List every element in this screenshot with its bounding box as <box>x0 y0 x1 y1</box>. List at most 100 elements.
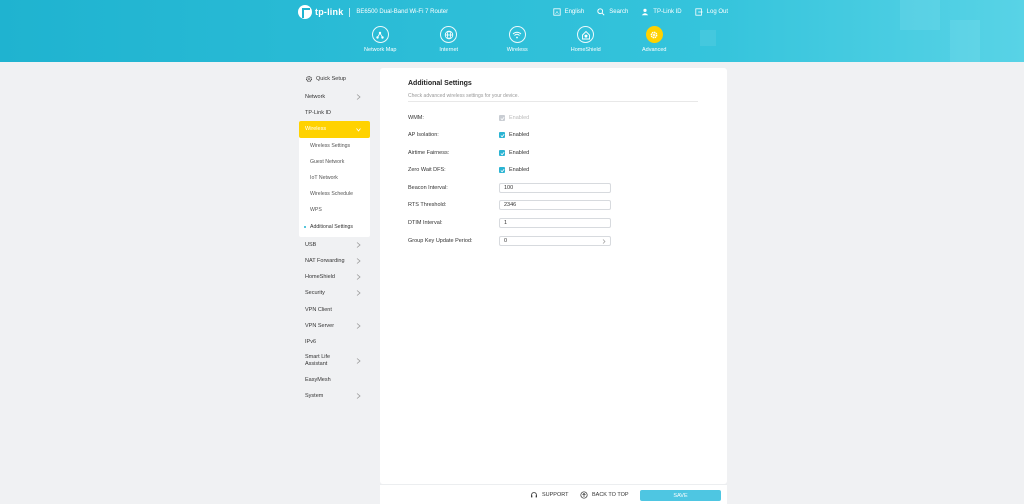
sidebar-sub-wireless-schedule[interactable]: Wireless Schedule <box>299 186 370 202</box>
sidebar-item-label: USB <box>305 241 317 248</box>
sidebar-item-system[interactable]: System <box>299 388 370 404</box>
sidebar-item-tp-link-id[interactable]: TP-Link ID <box>299 105 370 121</box>
chevron-down-icon <box>356 128 361 133</box>
chevron-right-icon <box>356 94 361 100</box>
sidebar-sub-guest-network[interactable]: Guest Network <box>299 154 370 170</box>
homeshield-icon <box>581 30 590 39</box>
airtime-fairness-checkbox-label: Enabled <box>509 150 530 156</box>
wifi-icon <box>512 31 522 38</box>
save-button[interactable]: SAVE <box>640 490 721 501</box>
support-link[interactable]: SUPPORT <box>530 491 569 499</box>
sidebar-item-label: Network <box>305 94 326 101</box>
nav-internet-label: Internet <box>439 47 459 53</box>
chevron-right-icon <box>356 322 361 329</box>
nav-advanced-label: Advanced <box>642 47 667 53</box>
zero-wait-dfs-checkbox[interactable] <box>499 167 505 173</box>
sidebar-sub-wps[interactable]: WPS <box>299 202 370 218</box>
globe-icon <box>444 30 453 39</box>
sidebar-sub-iot-network[interactable]: IoT Network <box>299 170 370 186</box>
sidebar-sub-additional-settings[interactable]: Additional Settings <box>299 219 370 235</box>
zero-wait-dfs-label: Zero Wait DFS: <box>408 167 446 173</box>
header-decoration <box>900 0 940 30</box>
language-label: English <box>564 9 585 15</box>
main-nav: Network Map Internet Wireless HomeShield… <box>346 26 689 53</box>
sidebar-item-homeshield[interactable]: HomeShield <box>299 269 370 285</box>
sidebar-item-label: TP-Link ID <box>305 110 331 117</box>
page-description: Check advanced wireless settings for you… <box>408 93 519 99</box>
beacon-interval-label: Beacon Interval: <box>408 185 448 191</box>
language-link[interactable]: A English <box>552 8 585 16</box>
sidebar-item-label: IPv6 <box>305 338 317 345</box>
nav-wireless-label: Wireless <box>506 47 528 53</box>
brand-logo-text: tp-link <box>315 7 344 17</box>
header-decoration <box>700 30 716 46</box>
checkmark-icon <box>500 151 504 155</box>
sidebar: Quick Setup Network TP-Link ID Wireless … <box>299 69 370 404</box>
sidebar-item-nat-forwarding[interactable]: NAT Forwarding <box>299 253 370 269</box>
chevron-right-icon <box>356 258 361 264</box>
nav-network-map[interactable]: Network Map <box>346 26 415 53</box>
nav-internet[interactable]: Internet <box>415 26 484 53</box>
chevron-right-icon <box>356 393 361 399</box>
sidebar-item-smart-life-assistant[interactable]: Smart Life Assistant <box>299 350 370 372</box>
group-key-select[interactable]: 0 <box>499 236 611 246</box>
page-title: Additional Settings <box>408 80 472 87</box>
sidebar-item-label: Wireless <box>305 126 327 133</box>
sidebar-item-vpn-client[interactable]: VPN Client <box>299 301 370 317</box>
tp-link-id-link[interactable]: TP-Link ID <box>641 8 682 16</box>
nav-advanced[interactable]: Advanced <box>620 26 689 53</box>
sidebar-sub-label: Additional Settings <box>310 223 353 230</box>
headset-icon <box>531 492 537 498</box>
sidebar-item-label: VPN Server <box>305 322 335 329</box>
ap-isolation-checkbox[interactable] <box>499 132 505 138</box>
wmm-checkbox[interactable] <box>499 115 505 121</box>
ap-isolation-label: AP Isolation: <box>408 132 439 138</box>
additional-settings-panel: Additional Settings Check advanced wirel… <box>380 68 727 484</box>
nav-wireless[interactable]: Wireless <box>483 26 552 53</box>
logout-link[interactable]: Log Out <box>695 8 728 16</box>
group-key-label: Group Key Update Period: <box>408 238 473 244</box>
chevron-right-icon <box>602 238 606 244</box>
quick-setup-icon <box>306 76 312 82</box>
wmm-checkbox-label: Enabled <box>509 115 530 121</box>
airtime-fairness-row: Airtime Fairness: Enabled <box>408 148 708 158</box>
sidebar-item-easymesh[interactable]: EasyMesh <box>299 372 370 388</box>
sidebar-item-label: VPN Client <box>305 306 332 313</box>
footer-bar: SUPPORT BACK TO TOP SAVE <box>380 484 727 504</box>
wmm-row: WMM: Enabled <box>408 113 708 123</box>
chevron-right-icon <box>356 274 361 280</box>
ap-isolation-row: AP Isolation: Enabled <box>408 130 708 140</box>
back-to-top-link[interactable]: BACK TO TOP <box>580 491 629 499</box>
gear-icon <box>650 31 658 38</box>
sidebar-item-quick-setup[interactable]: Quick Setup <box>299 69 370 89</box>
airtime-fairness-checkbox[interactable] <box>499 150 505 156</box>
logout-icon <box>695 8 703 16</box>
support-label: SUPPORT <box>542 492 569 498</box>
sidebar-item-security[interactable]: Security <box>299 285 370 301</box>
sidebar-item-wireless[interactable]: Wireless <box>299 121 370 138</box>
language-icon: A <box>552 8 561 16</box>
divider <box>408 101 698 102</box>
nav-network-map-label: Network Map <box>364 47 397 53</box>
sidebar-sub-wireless-settings[interactable]: Wireless Settings <box>299 138 370 154</box>
top-links: A English Search TP-Link ID Log Out <box>552 8 728 16</box>
group-key-value: 0 <box>504 238 508 244</box>
sidebar-item-label: HomeShield <box>305 274 335 281</box>
sidebar-item-label: Smart Life Assistant <box>305 354 331 367</box>
group-key-row: Group Key Update Period: 0 <box>408 236 708 246</box>
sidebar-item-network[interactable]: Network <box>299 89 370 105</box>
search-icon <box>597 8 605 16</box>
sidebar-wireless-group: Wireless Wireless Settings Guest Network… <box>299 121 370 237</box>
zero-wait-dfs-checkbox-label: Enabled <box>509 167 530 173</box>
router-model: BE6500 Dual-Band Wi-Fi 7 Router <box>356 9 449 15</box>
beacon-interval-input[interactable] <box>499 183 611 193</box>
search-link[interactable]: Search <box>597 8 628 16</box>
brand-separator <box>349 7 351 17</box>
sidebar-item-label: System <box>305 393 324 400</box>
rts-threshold-input[interactable] <box>499 200 611 210</box>
sidebar-item-vpn-server[interactable]: VPN Server <box>299 318 370 334</box>
sidebar-item-usb[interactable]: USB <box>299 237 370 253</box>
sidebar-item-ipv6[interactable]: IPv6 <box>299 334 370 350</box>
nav-homeshield[interactable]: HomeShield <box>552 26 621 53</box>
dtim-interval-input[interactable] <box>499 218 611 228</box>
